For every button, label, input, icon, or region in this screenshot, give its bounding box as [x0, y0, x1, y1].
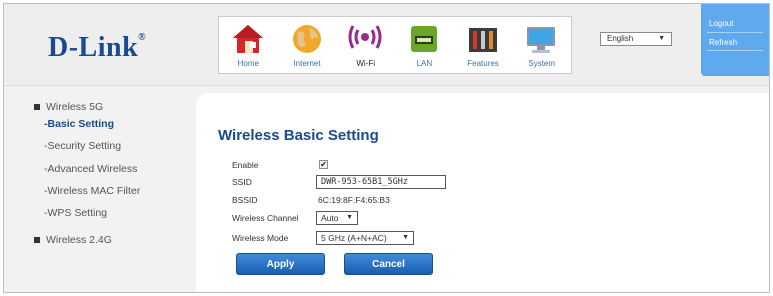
nav-features-label: Features — [467, 59, 499, 68]
monitor-icon — [527, 27, 556, 53]
page-title: Wireless Basic Setting — [218, 127, 379, 144]
mode-select[interactable]: 5 GHz (A+N+AC) ▼ — [316, 231, 414, 245]
chevron-down-icon: ▼ — [346, 214, 353, 221]
wifi-icon — [348, 25, 382, 49]
nav-system[interactable]: System — [512, 17, 571, 73]
dlink-logo: D-Link® — [48, 32, 147, 63]
mode-label: Wireless Mode — [232, 233, 289, 243]
bssid-label: BSSID — [232, 195, 258, 205]
nav-wifi[interactable]: Wi-Fi — [336, 17, 395, 73]
globe-icon — [292, 25, 321, 53]
ssid-label: SSID — [232, 177, 252, 187]
mode-value: 5 GHz (A+N+AC) — [321, 233, 387, 243]
sidebar-item-security-setting[interactable]: -Security Setting — [44, 140, 121, 152]
enable-label: Enable — [232, 160, 259, 170]
bssid-value: 6C:19:8F:F4:65:B3 — [318, 195, 390, 205]
cancel-button[interactable]: Cancel — [344, 253, 433, 275]
enable-checkbox[interactable]: ✔ — [319, 160, 328, 169]
main-panel: Wireless Basic Setting Enable ✔ SSID DWR… — [196, 93, 769, 292]
session-links: Logout Refresh — [701, 4, 769, 76]
header: D-Link® Home Internet Wi-Fi LAN Features… — [4, 4, 769, 86]
channel-select[interactable]: Auto ▼ — [316, 211, 358, 225]
tools-icon — [468, 28, 497, 52]
bullet-icon — [34, 237, 40, 244]
bullet-icon — [34, 104, 40, 111]
channel-label: Wireless Channel — [232, 213, 299, 223]
nav-internet-label: Internet — [293, 59, 321, 68]
chevron-down-icon: ▼ — [402, 234, 409, 241]
sidebar-group-wireless-5g[interactable]: Wireless 5G — [34, 101, 103, 113]
divider — [707, 50, 763, 51]
nav-lan[interactable]: LAN — [395, 17, 454, 73]
nav-wifi-label: Wi-Fi — [356, 59, 375, 68]
sidebar-item-basic-setting[interactable]: -Basic Setting — [44, 118, 114, 130]
divider — [707, 32, 763, 33]
nav-system-label: System — [528, 59, 556, 68]
language-select[interactable]: English ▼ — [600, 32, 672, 46]
sidebar-item-wps-setting[interactable]: -WPS Setting — [44, 207, 107, 219]
nav-lan-label: LAN — [416, 59, 433, 68]
router-admin-page: D-Link® Home Internet Wi-Fi LAN Features… — [3, 3, 770, 293]
sidebar-group-wireless-24g[interactable]: Wireless 2.4G — [34, 234, 112, 246]
nav-features[interactable]: Features — [454, 17, 513, 73]
sidebar-item-wireless-mac-filter[interactable]: -Wireless MAC Filter — [44, 185, 140, 197]
ssid-input[interactable]: DWR-953-65B1_5GHz — [316, 175, 446, 189]
lan-icon — [411, 26, 438, 52]
language-value: English — [607, 34, 634, 43]
sidebar: Wireless 5G -Basic Setting -Security Set… — [4, 87, 194, 292]
refresh-link[interactable]: Refresh — [701, 38, 737, 47]
main-nav: Home Internet Wi-Fi LAN Features System — [218, 16, 572, 74]
home-icon — [233, 25, 263, 53]
apply-button[interactable]: Apply — [236, 253, 325, 275]
nav-internet[interactable]: Internet — [278, 17, 337, 73]
sidebar-item-advanced-wireless[interactable]: -Advanced Wireless — [44, 163, 137, 175]
channel-value: Auto — [321, 213, 339, 223]
logout-link[interactable]: Logout — [701, 19, 733, 28]
chevron-down-icon: ▼ — [658, 35, 665, 42]
nav-home-label: Home — [237, 59, 259, 68]
nav-home[interactable]: Home — [219, 17, 278, 73]
